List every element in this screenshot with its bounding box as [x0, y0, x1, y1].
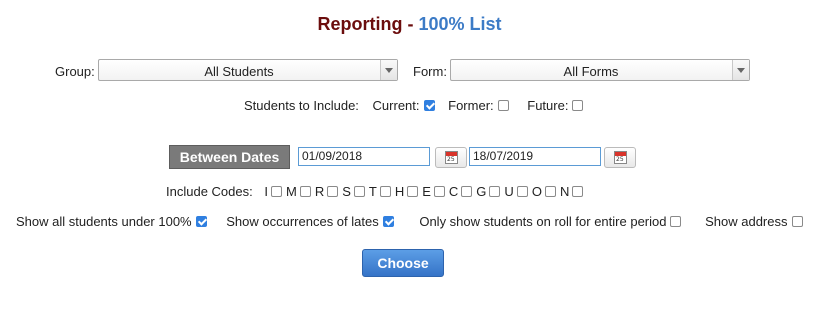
include-code-label: N	[559, 184, 570, 199]
include-code-label: H	[394, 184, 405, 199]
include-former-checkbox[interactable]	[497, 100, 509, 111]
include-code-c[interactable]: C	[448, 184, 473, 199]
option-under-100-checkbox[interactable]	[195, 216, 207, 227]
start-date-input[interactable]: 01/09/2018	[298, 147, 430, 166]
option-lates[interactable]: Show occurrences of lates	[226, 214, 394, 229]
page-title: Reporting - 100% List	[0, 14, 819, 35]
include-future-checkbox[interactable]	[572, 100, 584, 111]
include-code-label: M	[285, 184, 297, 199]
option-address-label: Show address	[705, 214, 788, 229]
option-entire-period[interactable]: Only show students on roll for entire pe…	[419, 214, 682, 229]
calendar-day: 25	[616, 156, 624, 163]
include-code-checkbox[interactable]	[327, 186, 339, 197]
form-select[interactable]: All Forms	[450, 59, 750, 81]
include-current-label: Current:	[372, 98, 420, 113]
include-current[interactable]: Current:	[373, 98, 435, 113]
calendar-icon: 25	[445, 151, 458, 164]
end-date-input[interactable]: 18/07/2019	[469, 147, 601, 166]
form-label: Form:	[413, 64, 447, 79]
include-code-label: S	[342, 184, 351, 199]
include-code-checkbox[interactable]	[299, 186, 311, 197]
include-code-label: U	[504, 184, 514, 199]
choose-button[interactable]: Choose	[362, 249, 444, 277]
option-entire-period-label: Only show students on roll for entire pe…	[419, 214, 667, 229]
chevron-down-icon	[732, 60, 749, 80]
group-select-value: All Students	[204, 64, 274, 79]
include-code-g[interactable]: G	[476, 184, 501, 199]
include-codes-list: IMRSTHECGUON	[264, 184, 584, 199]
option-under-100-label: Show all students under 100%	[16, 214, 192, 229]
form-select-value: All Forms	[563, 64, 619, 79]
include-code-e[interactable]: E	[422, 184, 445, 199]
option-lates-checkbox[interactable]	[382, 216, 394, 227]
include-code-label: O	[531, 184, 542, 199]
include-current-checkbox[interactable]	[423, 100, 435, 111]
include-code-label: C	[448, 184, 459, 199]
include-code-checkbox[interactable]	[353, 186, 365, 197]
include-code-checkbox[interactable]	[461, 186, 473, 197]
include-code-i[interactable]: I	[264, 184, 282, 199]
include-code-m[interactable]: M	[286, 184, 311, 199]
include-code-label: G	[476, 184, 487, 199]
include-former[interactable]: Former:	[448, 98, 509, 113]
group-label: Group:	[55, 64, 95, 79]
include-code-t[interactable]: T	[369, 184, 391, 199]
title-separator: -	[407, 14, 414, 34]
include-code-h[interactable]: H	[394, 184, 419, 199]
group-select[interactable]: All Students	[98, 59, 398, 81]
option-lates-label: Show occurrences of lates	[226, 214, 379, 229]
option-address-checkbox[interactable]	[791, 216, 803, 227]
include-future-label: Future:	[527, 98, 569, 113]
include-codes-label: Include Codes:	[166, 184, 253, 199]
include-code-u[interactable]: U	[504, 184, 528, 199]
include-code-checkbox[interactable]	[489, 186, 501, 197]
include-code-checkbox[interactable]	[516, 186, 528, 197]
include-code-label: E	[422, 184, 431, 199]
chevron-down-icon	[380, 60, 397, 80]
calendar-day: 25	[447, 156, 455, 163]
title-list-name: 100% List	[418, 14, 502, 34]
include-code-checkbox[interactable]	[379, 186, 391, 197]
include-code-checkbox[interactable]	[407, 186, 419, 197]
students-include-row: Students to Include: Current: Former: Fu…	[244, 98, 584, 113]
include-code-label: T	[368, 184, 377, 199]
calendar-icon: 25	[614, 151, 627, 164]
title-reporting: Reporting	[317, 14, 403, 34]
include-codes-row: Include Codes: I M R S T H E C G U O N	[166, 184, 584, 199]
include-code-s[interactable]: S	[342, 184, 365, 199]
include-former-label: Former:	[448, 98, 494, 113]
option-address[interactable]: Show address	[705, 214, 803, 229]
include-code-checkbox[interactable]	[572, 186, 584, 197]
end-date-calendar-button[interactable]: 25	[604, 147, 636, 168]
include-code-label: I	[264, 184, 268, 199]
include-code-checkbox[interactable]	[544, 186, 556, 197]
include-code-o[interactable]: O	[532, 184, 556, 199]
start-date-calendar-button[interactable]: 25	[435, 147, 467, 168]
option-under-100[interactable]: Show all students under 100%	[16, 214, 207, 229]
include-code-n[interactable]: N	[559, 184, 584, 199]
between-dates-button[interactable]: Between Dates	[169, 145, 290, 169]
option-entire-period-checkbox[interactable]	[670, 216, 682, 227]
include-code-r[interactable]: R	[314, 184, 339, 199]
include-code-label: R	[314, 184, 325, 199]
include-code-checkbox[interactable]	[270, 186, 282, 197]
students-include-label: Students to Include:	[244, 98, 359, 113]
include-code-checkbox[interactable]	[433, 186, 445, 197]
options-row: Show all students under 100% Show occurr…	[16, 214, 803, 229]
include-future[interactable]: Future:	[527, 98, 584, 113]
